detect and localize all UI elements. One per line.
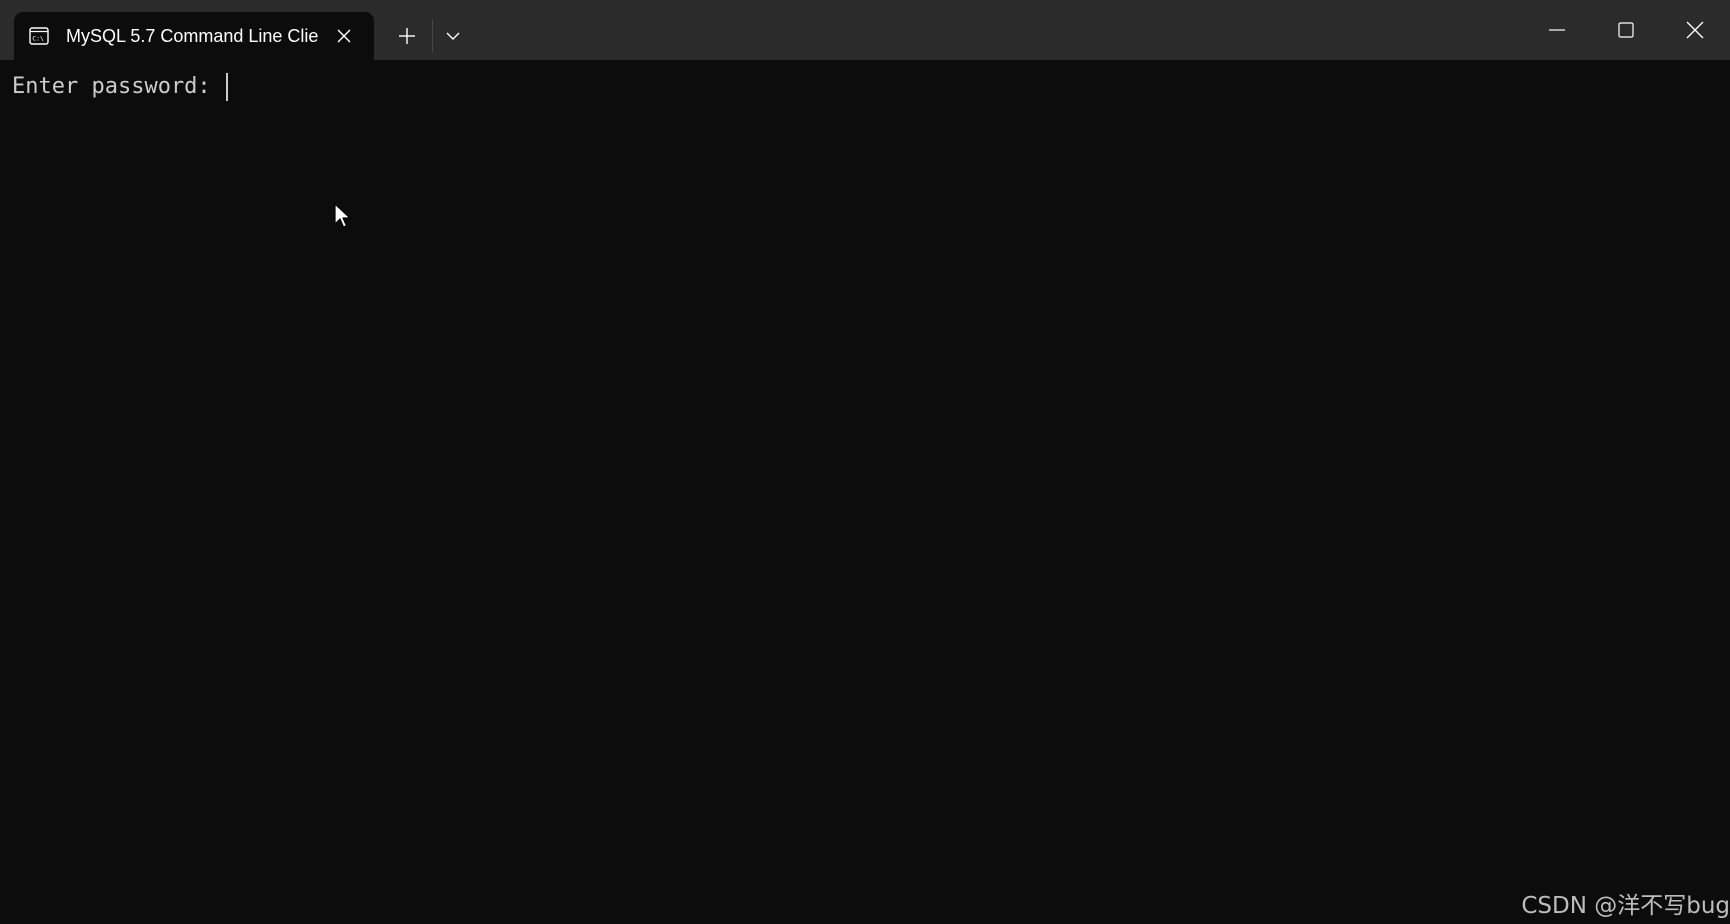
minimize-button[interactable] [1534, 8, 1580, 52]
password-prompt-line[interactable]: Enter password: [12, 72, 228, 102]
terminal-icon: C:\ [29, 26, 49, 46]
tab-mysql-client[interactable]: C:\ MySQL 5.7 Command Line Clie [14, 12, 374, 60]
plus-icon [399, 28, 415, 44]
close-icon [1686, 21, 1704, 39]
new-tab-button[interactable] [392, 21, 422, 51]
watermark-text: CSDN @洋不写bug [1521, 893, 1730, 919]
terminal-window: C:\ MySQL 5.7 Command Line Clie Enter pa… [0, 0, 1730, 924]
svg-text:C:\: C:\ [32, 35, 44, 43]
mouse-pointer-icon [334, 203, 354, 231]
tab-title: MySQL 5.7 Command Line Clie [66, 26, 319, 46]
text-cursor [225, 73, 228, 101]
maximize-button[interactable] [1603, 8, 1649, 52]
tab-close-button[interactable] [332, 24, 356, 48]
close-window-button[interactable] [1672, 8, 1718, 52]
close-icon [337, 29, 351, 43]
minimize-icon [1549, 29, 1565, 31]
terminal-output[interactable]: Enter password: [0, 60, 1730, 924]
chevron-down-icon [446, 32, 460, 40]
titlebar-divider [432, 19, 433, 52]
tab-dropdown-button[interactable] [438, 21, 468, 51]
password-prompt: Enter password: [12, 74, 224, 99]
title-bar[interactable]: C:\ MySQL 5.7 Command Line Clie [0, 0, 1730, 60]
maximize-icon [1618, 22, 1634, 38]
